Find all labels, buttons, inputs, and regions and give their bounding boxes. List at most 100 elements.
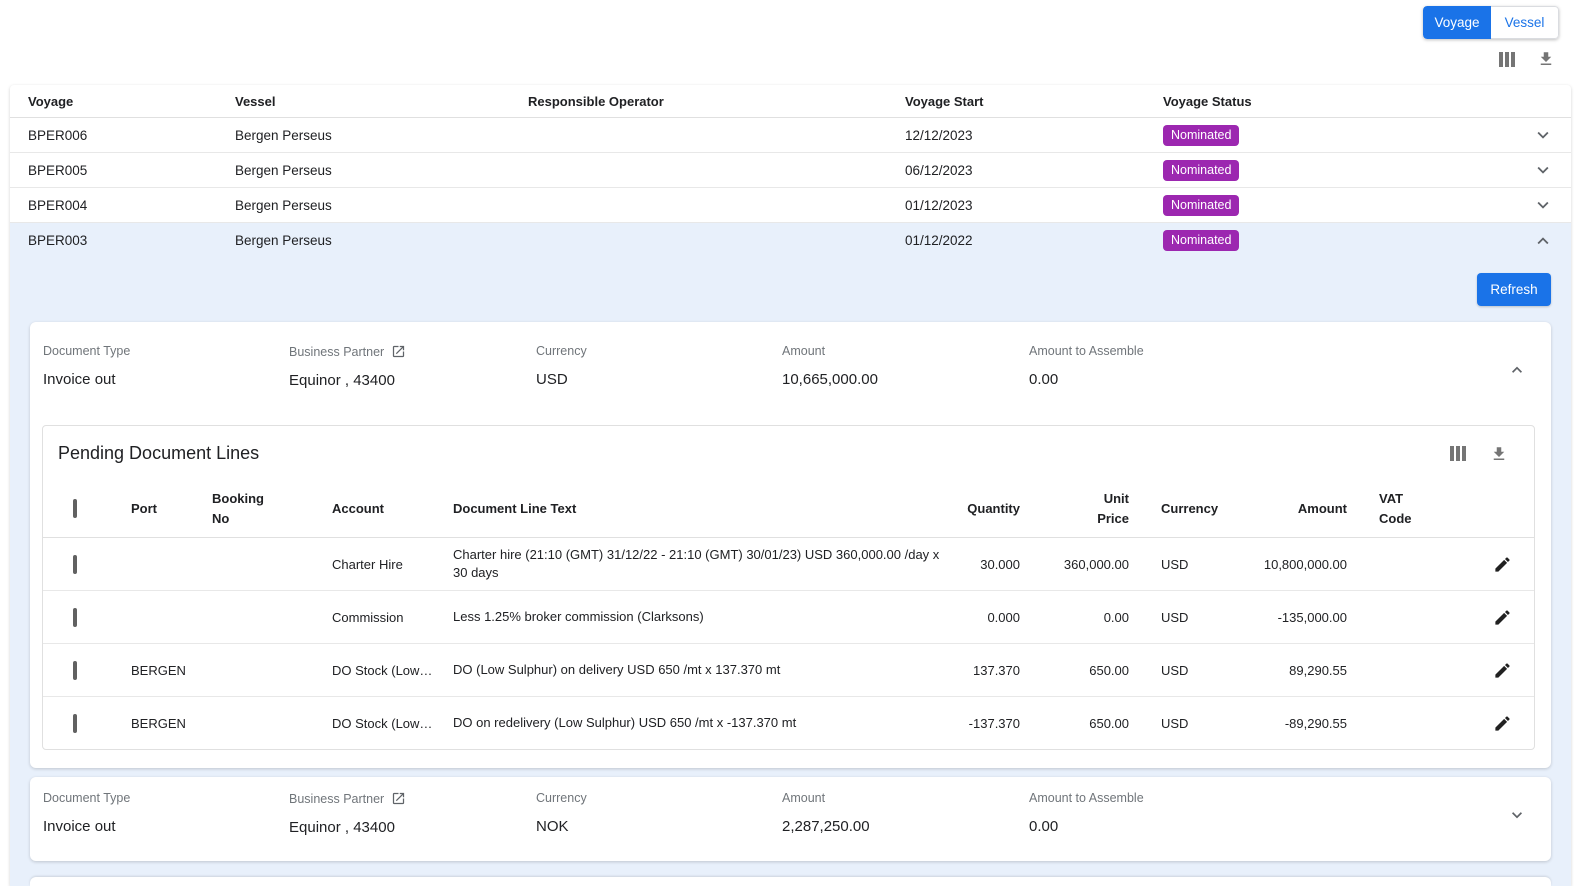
column-header-booking-no: Booking No [212, 489, 274, 529]
column-header-line-text: Document Line Text [453, 499, 953, 519]
unit-price-cell: 650.00 [1038, 663, 1134, 678]
voyage-id: BPER004 [10, 198, 235, 213]
port-cell: BERGEN [131, 716, 212, 731]
quantity-cell: 0.000 [953, 610, 1038, 625]
pending-document-lines-section: Pending Document Lines Port Booking No A… [42, 425, 1535, 750]
chevron-down-icon [1507, 805, 1527, 825]
download-icon[interactable] [1490, 445, 1508, 463]
column-header-amount: Amount [1224, 499, 1379, 519]
line-text-cell: DO (Low Sulphur) on delivery USD 650 /mt… [453, 661, 953, 679]
amount-cell: 10,800,000.00 [1224, 557, 1379, 572]
column-header-vat-code: VAT Code [1379, 489, 1427, 529]
unit-price-cell: 360,000.00 [1038, 557, 1134, 572]
document-line-row[interactable]: BERGEN DO Stock (Low… DO on redelivery (… [43, 697, 1534, 750]
open-in-new-icon[interactable] [391, 344, 406, 359]
voyage-row-bper003[interactable]: BPER003 Bergen Perseus 01/12/2022 Nomina… [10, 223, 1571, 258]
quantity-cell: -137.370 [953, 716, 1038, 731]
document-type-label: Document Type [43, 791, 289, 805]
row-checkbox[interactable] [73, 608, 77, 627]
document-line-row[interactable]: BERGEN DO Stock (Low… DO (Low Sulphur) o… [43, 644, 1534, 697]
unit-price-cell: 0.00 [1038, 610, 1134, 625]
account-cell: DO Stock (Low… [332, 663, 453, 678]
vessel-name: Bergen Perseus [235, 128, 528, 143]
edit-icon[interactable] [1493, 714, 1512, 733]
vessel-name: Bergen Perseus [235, 198, 528, 213]
voyage-id: BPER003 [10, 233, 235, 248]
voyage-row-bper006[interactable]: BPER006 Bergen Perseus 12/12/2023 Nomina… [10, 118, 1571, 153]
collapse-row-button[interactable] [1515, 230, 1571, 252]
amount-cell: -89,290.55 [1224, 716, 1379, 731]
row-checkbox[interactable] [73, 714, 77, 733]
document-summary: Document Type Invoice out Business Partn… [30, 777, 1551, 861]
quantity-cell: 137.370 [953, 663, 1038, 678]
currency-cell: USD [1134, 716, 1224, 731]
document-summary: Document Type Invoice out Business Partn… [30, 322, 1551, 425]
amount-to-assemble-label: Amount to Assemble [1029, 344, 1491, 358]
status-badge: Nominated [1163, 160, 1239, 181]
column-header-vessel: Vessel [235, 94, 528, 109]
chevron-down-icon [1532, 159, 1554, 181]
voyage-table-card: Voyage Vessel Responsible Operator Voyag… [10, 85, 1571, 886]
column-header-account: Account [332, 499, 453, 519]
voyage-row-bper004[interactable]: BPER004 Bergen Perseus 01/12/2023 Nomina… [10, 188, 1571, 223]
business-partner-label: Business Partner [289, 792, 384, 806]
open-in-new-icon[interactable] [391, 791, 406, 806]
row-checkbox[interactable] [73, 661, 77, 680]
line-text-cell: DO on redelivery (Low Sulphur) USD 650 /… [453, 714, 953, 732]
line-text-cell: Less 1.25% broker commission (Clarksons) [453, 608, 953, 626]
expand-row-button[interactable] [1515, 159, 1571, 181]
business-partner-value: Equinor , 43400 [289, 372, 536, 389]
edit-icon[interactable] [1493, 608, 1512, 627]
voyage-start-date: 01/12/2022 [905, 233, 1163, 248]
currency-value: NOK [536, 818, 782, 835]
document-card-usd: Document Type Invoice out Business Partn… [30, 322, 1551, 768]
document-line-row[interactable]: Commission Less 1.25% broker commission … [43, 591, 1534, 644]
document-line-row[interactable]: Charter Hire Charter hire (21:10 (GMT) 3… [43, 538, 1534, 591]
column-header-status: Voyage Status [1163, 94, 1515, 109]
currency-value: USD [536, 371, 782, 388]
chevron-up-icon [1532, 230, 1554, 252]
amount-to-assemble-value: 0.00 [1029, 818, 1491, 835]
amount-value: 10,665,000.00 [782, 371, 1029, 388]
status-badge: Nominated [1163, 125, 1239, 146]
select-all-checkbox[interactable] [73, 499, 77, 518]
voyage-row-bper005[interactable]: BPER005 Bergen Perseus 06/12/2023 Nomina… [10, 153, 1571, 188]
currency-label: Currency [536, 791, 782, 805]
column-header-voyage: Voyage [10, 94, 235, 109]
amount-label: Amount [782, 344, 1029, 358]
column-view-icon[interactable] [1450, 446, 1466, 461]
account-cell: Commission [332, 610, 453, 625]
business-partner-value: Equinor , 43400 [289, 819, 536, 836]
status-badge: Nominated [1163, 195, 1239, 216]
collapse-document-button[interactable] [1507, 360, 1527, 380]
expand-row-button[interactable] [1515, 194, 1571, 216]
edit-icon[interactable] [1493, 661, 1512, 680]
column-header-unit-price: Unit Price [1038, 489, 1134, 529]
vessel-toggle-button[interactable]: Vessel [1491, 6, 1559, 39]
currency-cell: USD [1134, 610, 1224, 625]
voyage-detail-panel: Refresh Document Type Invoice out Busine… [10, 258, 1571, 886]
column-view-icon[interactable] [1499, 52, 1515, 67]
account-cell: Charter Hire [332, 557, 453, 572]
voyage-toggle-button[interactable]: Voyage [1423, 6, 1491, 39]
topbar: Voyage Vessel [0, 0, 1581, 85]
column-header-currency: Currency [1134, 499, 1224, 519]
line-text-cell: Charter hire (21:10 (GMT) 31/12/22 - 21:… [453, 546, 953, 582]
port-cell: BERGEN [131, 663, 212, 678]
vessel-name: Bergen Perseus [235, 233, 528, 248]
edit-icon[interactable] [1493, 555, 1512, 574]
refresh-button[interactable]: Refresh [1477, 273, 1551, 306]
row-checkbox[interactable] [73, 555, 77, 574]
status-badge: Nominated [1163, 230, 1239, 251]
column-header-quantity: Quantity [953, 499, 1038, 519]
amount-value: 2,287,250.00 [782, 818, 1029, 835]
business-partner-label: Business Partner [289, 345, 384, 359]
expand-row-button[interactable] [1515, 124, 1571, 146]
document-type-label: Document Type [43, 344, 289, 358]
currency-label: Currency [536, 344, 782, 358]
currency-cell: USD [1134, 663, 1224, 678]
vessel-name: Bergen Perseus [235, 163, 528, 178]
expand-document-button[interactable] [1507, 805, 1527, 825]
download-icon[interactable] [1537, 50, 1555, 68]
voyage-start-date: 06/12/2023 [905, 163, 1163, 178]
